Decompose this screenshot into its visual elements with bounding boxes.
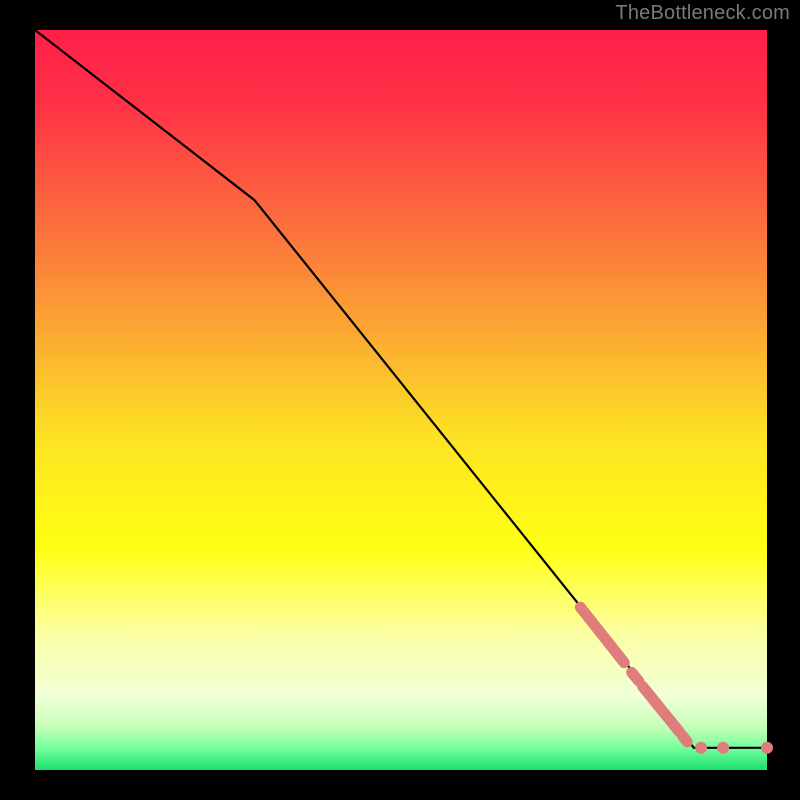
marker-segment — [632, 672, 639, 681]
marker-dot — [695, 742, 707, 754]
plot-background — [35, 30, 767, 770]
marker-dot — [761, 742, 773, 754]
bottleneck-chart — [0, 0, 800, 800]
marker-dot — [717, 742, 729, 754]
marker-segment — [682, 735, 687, 742]
chart-frame: TheBottleneck.com — [0, 0, 800, 800]
